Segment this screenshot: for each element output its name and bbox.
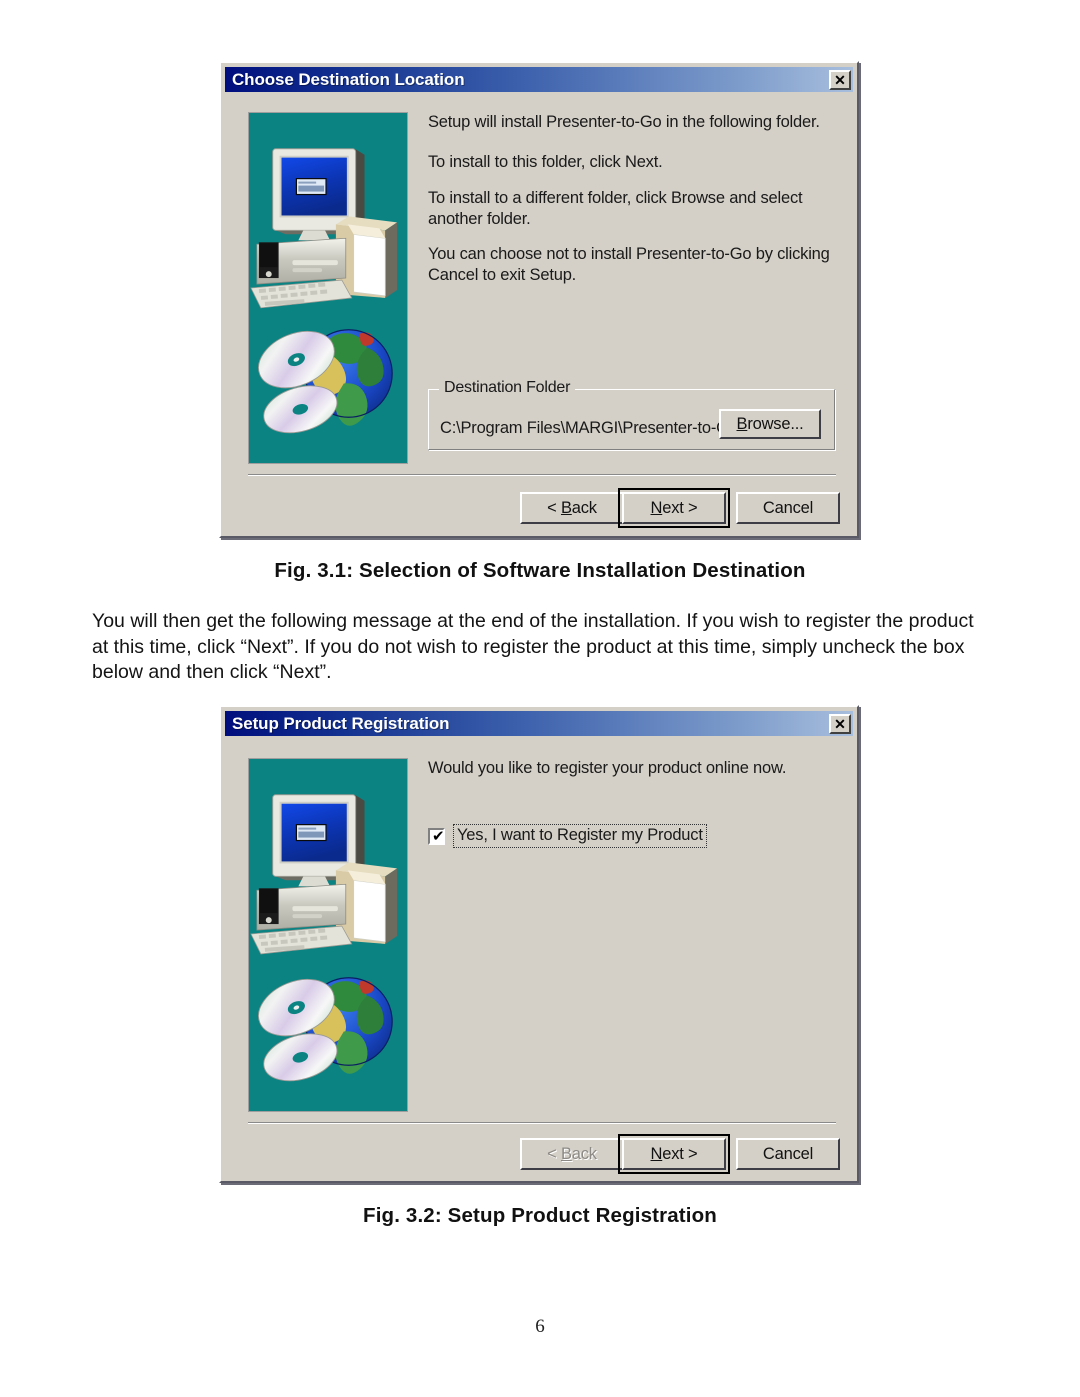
dialog-paragraph-2: To install to this folder, click Next. (428, 153, 663, 171)
browse-button-label: Browse... (736, 414, 804, 433)
back-button[interactable]: < Back (520, 492, 624, 524)
setup-product-registration-dialog: Setup Product Registration ✕ Would you l… (219, 705, 859, 1183)
next-button-label: Next > (650, 1144, 698, 1163)
close-icon[interactable]: ✕ (829, 713, 851, 734)
next-button[interactable]: Next > (622, 492, 726, 524)
dialog-paragraph-1: Setup will install Presenter-to-Go in th… (428, 113, 820, 131)
dialog-inner-frame: Setup Product Registration ✕ Would you l… (221, 707, 857, 1181)
register-product-checkbox-label[interactable]: Yes, I want to Register my Product (453, 824, 707, 848)
setup-illustration (248, 758, 408, 1112)
dialog-title: Choose Destination Location (232, 69, 465, 89)
destination-folder-label: Destination Folder (439, 379, 576, 397)
checkbox-icon[interactable]: ✔ (428, 826, 445, 845)
setup-illustration (248, 112, 408, 464)
choose-destination-location-dialog: Choose Destination Location ✕ Setup will… (219, 61, 859, 538)
dialog-paragraph-3: To install to a different folder, click … (428, 189, 803, 228)
page-number: 6 (535, 1316, 545, 1337)
dialog-title: Setup Product Registration (232, 713, 450, 733)
cancel-button-label: Cancel (762, 1144, 814, 1163)
button-row-separator (248, 1122, 836, 1124)
cancel-button[interactable]: Cancel (736, 1138, 840, 1170)
titlebar: Choose Destination Location ✕ (225, 67, 853, 92)
body-paragraph: You will then get the following message … (92, 610, 974, 683)
cancel-button-label: Cancel (762, 498, 814, 517)
figure-caption-3-2: Fig. 3.2: Setup Product Registration (363, 1204, 717, 1227)
dialog-inner-frame: Choose Destination Location ✕ Setup will… (221, 63, 857, 536)
computer-globe-cd-illustration-icon (249, 759, 407, 1111)
next-button-label: Next > (650, 498, 698, 517)
button-row-separator (248, 474, 836, 476)
back-button: < Back (520, 1138, 624, 1170)
destination-folder-path: C:\Program Files\MARGI\Presenter-to-Go (440, 419, 738, 437)
close-icon[interactable]: ✕ (829, 69, 851, 90)
cancel-button[interactable]: Cancel (736, 492, 840, 524)
browse-button[interactable]: Browse... (719, 409, 821, 439)
computer-globe-cd-illustration-icon (249, 113, 407, 463)
back-button-label: < Back (547, 1144, 597, 1163)
dialog-paragraph-1: Would you like to register your product … (428, 759, 787, 777)
dialog-paragraph-4: You can choose not to install Presenter-… (428, 245, 830, 284)
destination-folder-group: Destination Folder C:\Program Files\MARG… (428, 379, 836, 451)
check-mark-icon: ✔ (432, 826, 445, 845)
back-button-label: < Back (547, 498, 597, 517)
figure-caption-3-1: Fig. 3.1: Selection of Software Installa… (274, 559, 806, 582)
register-product-checkbox-row[interactable]: ✔ Yes, I want to Register my Product (428, 824, 707, 848)
next-button[interactable]: Next > (622, 1138, 726, 1170)
titlebar: Setup Product Registration ✕ (225, 711, 853, 736)
